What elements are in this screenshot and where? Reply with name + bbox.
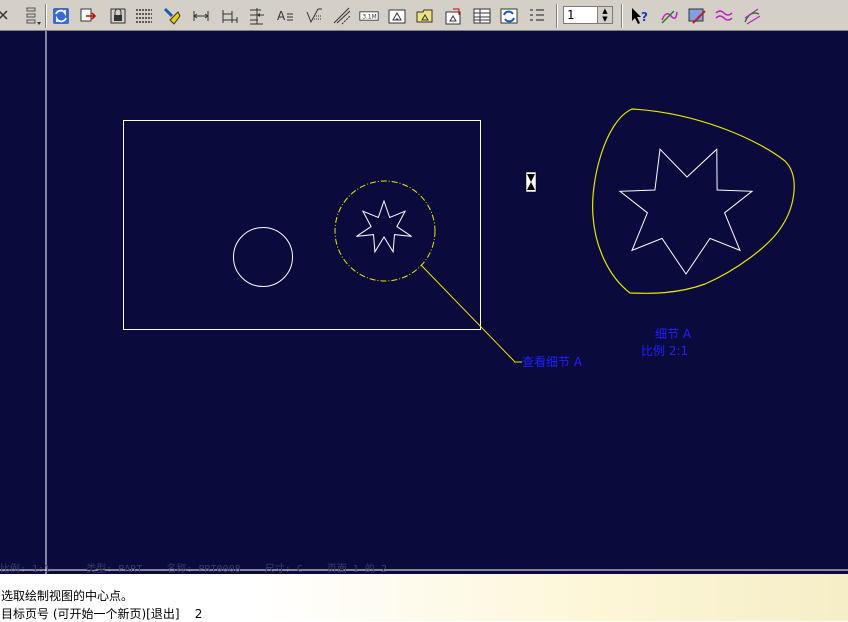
dimension-baseline-icon[interactable] xyxy=(219,5,241,27)
dropdown-menu-icon[interactable] xyxy=(22,5,44,27)
scale-combo[interactable]: 1 ▲ ▼ xyxy=(563,6,613,24)
detail-scale[interactable]: 比例 2:1 xyxy=(641,344,688,358)
view-icon[interactable] xyxy=(386,5,408,27)
surface-finish-icon[interactable] xyxy=(303,5,325,27)
regenerate-icon[interactable] xyxy=(50,5,72,27)
message-area: 选取绘制视图的中心点。 目标页号 (可开始一个新页)[退出] 2 xyxy=(0,574,848,621)
main-view-outline[interactable] xyxy=(123,120,481,330)
svg-text:?: ? xyxy=(641,10,648,24)
note-icon[interactable]: A xyxy=(274,5,296,27)
spin-down-icon[interactable]: ▼ xyxy=(598,15,612,23)
geometric-tolerance-icon[interactable] xyxy=(331,5,353,27)
table-refresh-icon[interactable] xyxy=(498,5,520,27)
drawing-canvas[interactable]: 查看细节 A 细节 A 比例 2:1 比例: 1:1 类型: PART 名称: … xyxy=(0,31,848,575)
message-line-prompt: 选取绘制视图的中心点。 xyxy=(1,589,134,603)
callout-label[interactable]: 查看细节 A xyxy=(522,355,583,369)
sketch-tool-icon[interactable] xyxy=(658,5,680,27)
lock-view-icon[interactable] xyxy=(107,5,129,27)
dimension-icon[interactable] xyxy=(190,5,212,27)
toolbar-separator xyxy=(45,4,47,28)
move-item-icon[interactable] xyxy=(77,5,99,27)
toolbar: A 3.1M 1 ▲ ▼ ? xyxy=(0,0,848,31)
drawing-svg[interactable]: 查看细节 A 细节 A 比例 2:1 xyxy=(0,31,848,574)
dimension-ordinate-icon[interactable] xyxy=(246,5,268,27)
hourglass-cursor-icon xyxy=(525,171,537,193)
curve-tool-icon[interactable] xyxy=(741,5,763,27)
scale-text-icon[interactable]: 3.1M xyxy=(357,5,381,27)
svg-text:3.1M: 3.1M xyxy=(362,15,376,21)
star-cutout[interactable] xyxy=(356,199,412,254)
message-line-input[interactable]: 目标页号 (可开始一个新页)[退出] 2 xyxy=(1,605,202,622)
table-icon[interactable] xyxy=(133,5,155,27)
highlight-icon[interactable] xyxy=(161,5,183,27)
datum-icon[interactable] xyxy=(443,5,465,27)
table-grid-icon[interactable] xyxy=(471,5,493,27)
detail-boundary-circle[interactable] xyxy=(334,180,436,282)
detail-boundary-spline[interactable] xyxy=(592,108,795,294)
help-pointer-icon[interactable]: ? xyxy=(629,5,651,27)
toolbar-separator xyxy=(556,4,558,28)
svg-text:A: A xyxy=(277,9,286,23)
scale-spinner[interactable]: ▲ ▼ xyxy=(597,7,612,23)
spin-up-icon[interactable]: ▲ xyxy=(598,7,612,15)
callout-leader xyxy=(420,264,522,363)
list-icon[interactable] xyxy=(526,5,548,27)
detail-title[interactable]: 细节 A xyxy=(655,327,692,341)
scale-value[interactable]: 1 xyxy=(567,8,574,22)
toolbar-separator xyxy=(621,4,623,28)
hole-circle[interactable] xyxy=(233,227,293,287)
detail-star[interactable] xyxy=(618,148,754,275)
sheet-status-line: 比例: 1:1 类型: PART 名称: PRT0008 尺寸: C 页面 1 … xyxy=(0,564,387,575)
folder-view-icon[interactable] xyxy=(414,5,436,27)
paint-tool-icon[interactable] xyxy=(686,5,708,27)
wave-icon[interactable] xyxy=(713,5,735,27)
close-icon[interactable] xyxy=(0,5,16,27)
